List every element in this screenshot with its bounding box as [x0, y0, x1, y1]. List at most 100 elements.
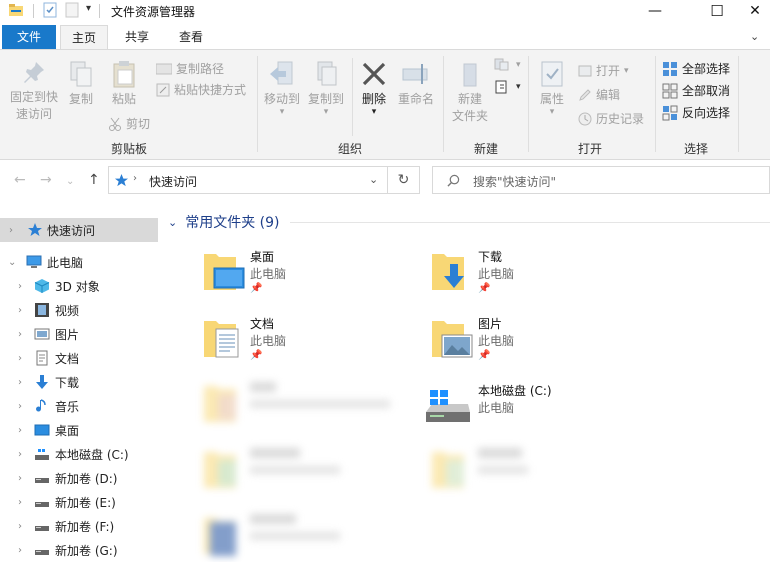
- expand-chevron-icon[interactable]: ›: [18, 281, 22, 292]
- invert-selection-button[interactable]: 反向选择: [662, 104, 730, 121]
- properties-quick-icon[interactable]: [42, 2, 58, 18]
- expand-chevron-icon[interactable]: ›: [18, 449, 22, 460]
- blurred-text: [250, 514, 296, 524]
- customize-quick-access-chevron-icon[interactable]: ▾: [86, 3, 91, 14]
- nav-item-local-disk-c[interactable]: › 本地磁盘 (C:): [0, 442, 158, 466]
- up-arrow-icon[interactable]: ↑: [88, 172, 100, 188]
- search-box[interactable]: 搜索"快速访问": [432, 166, 770, 194]
- address-path[interactable]: 快速访问: [149, 173, 197, 190]
- expand-chevron-icon[interactable]: ›: [18, 545, 22, 556]
- nav-item-documents[interactable]: › 文档: [0, 346, 158, 370]
- delete-x-icon: [362, 62, 386, 86]
- folder-tile-blurred[interactable]: [202, 380, 422, 440]
- rename-label: 重命名: [397, 92, 434, 106]
- paste-button[interactable]: 粘贴: [104, 60, 144, 108]
- history-button[interactable]: 历史记录: [578, 110, 644, 127]
- new-folder-quick-icon[interactable]: [64, 2, 80, 18]
- open-icon: [578, 65, 592, 76]
- section-divider: [290, 222, 770, 223]
- copy-to-icon: [317, 61, 337, 86]
- nav-label: 文档: [55, 351, 80, 366]
- select-none-icon: [662, 83, 678, 98]
- copy-path-button[interactable]: 复制路径: [156, 60, 224, 77]
- expand-chevron-icon[interactable]: ›: [18, 329, 22, 340]
- expand-chevron-icon[interactable]: ›: [18, 521, 22, 532]
- nav-item-volume-g[interactable]: › 新加卷 (G:): [0, 538, 158, 562]
- collapse-chevron-icon[interactable]: ⌄: [8, 257, 16, 268]
- copy-to-button[interactable]: 复制到 ▾: [304, 60, 348, 117]
- nav-label: 本地磁盘 (C:): [55, 447, 129, 462]
- easy-access-button[interactable]: ▾: [494, 80, 521, 94]
- recent-locations-chevron-icon[interactable]: ⌄: [66, 176, 74, 187]
- new-folder-icon: [463, 63, 477, 87]
- expand-chevron-icon[interactable]: ›: [18, 425, 22, 436]
- open-button[interactable]: 打开 ▾: [578, 62, 629, 79]
- windows-drive-icon: [426, 390, 470, 422]
- expand-chevron-icon[interactable]: ›: [18, 401, 22, 412]
- delete-button[interactable]: 删除 ▾: [356, 60, 392, 117]
- picture-icon: [34, 328, 50, 340]
- tab-view[interactable]: 查看: [166, 25, 216, 49]
- nav-item-desktop[interactable]: › 桌面: [0, 418, 158, 442]
- folder-tile-downloads[interactable]: 下载 此电脑 📌: [430, 248, 650, 308]
- nav-item-music[interactable]: › 音乐: [0, 394, 158, 418]
- maximize-button[interactable]: ☐: [694, 0, 740, 22]
- folder-tile-documents[interactable]: 文档 此电脑 📌: [202, 315, 422, 375]
- address-dropdown-chevron-icon[interactable]: ⌄: [369, 173, 378, 186]
- forward-arrow-icon[interactable]: →: [40, 172, 52, 188]
- folder-tile-desktop[interactable]: 桌面 此电脑 📌: [202, 248, 422, 308]
- nav-item-this-pc[interactable]: ⌄ 此电脑: [0, 250, 158, 274]
- expand-chevron-icon[interactable]: ›: [18, 305, 22, 316]
- group-separator: [443, 56, 444, 152]
- tab-home[interactable]: 主页: [60, 25, 108, 50]
- group-separator: [528, 56, 529, 152]
- expand-chevron-icon[interactable]: ›: [18, 473, 22, 484]
- nav-item-3d-objects[interactable]: › 3D 对象: [0, 274, 158, 298]
- folder-tile-blurred[interactable]: [202, 446, 422, 506]
- folder-tile-blurred[interactable]: [430, 446, 650, 506]
- history-icon: [578, 112, 592, 125]
- close-button[interactable]: ✕: [740, 0, 770, 22]
- pin-to-quick-access-button[interactable]: 固定到快 速访问: [6, 60, 62, 123]
- expand-ribbon-chevron-icon[interactable]: ⌄: [750, 30, 759, 43]
- edit-button[interactable]: 编辑: [578, 86, 620, 103]
- copy-icon: [70, 61, 92, 87]
- address-bar[interactable]: › 快速访问 ⌄: [108, 166, 388, 194]
- 3d-cube-icon: [34, 279, 50, 293]
- folder-tile-pictures[interactable]: 图片 此电脑 📌: [430, 315, 650, 375]
- nav-item-downloads[interactable]: › 下载: [0, 370, 158, 394]
- section-frequent-folders[interactable]: ⌄ 常用文件夹 (9): [168, 213, 280, 231]
- minimize-button[interactable]: —: [632, 0, 678, 22]
- move-to-icon: [270, 61, 293, 85]
- drive-tile-local-disk-c[interactable]: 本地磁盘 (C:) 此电脑: [424, 382, 644, 442]
- folder-tile-blurred[interactable]: [202, 512, 422, 562]
- collapse-chevron-icon[interactable]: ⌄: [168, 216, 177, 229]
- expand-chevron-icon[interactable]: ›: [9, 225, 13, 236]
- nav-item-volume-d[interactable]: › 新加卷 (D:): [0, 466, 158, 490]
- select-none-button[interactable]: 全部取消: [662, 82, 730, 99]
- refresh-button[interactable]: ↻: [388, 166, 420, 194]
- expand-chevron-icon[interactable]: ›: [18, 377, 22, 388]
- nav-item-volume-e[interactable]: › 新加卷 (E:): [0, 490, 158, 514]
- nav-item-quick-access[interactable]: › 快速访问: [0, 218, 158, 242]
- expand-chevron-icon[interactable]: ›: [18, 353, 22, 364]
- move-to-button[interactable]: 移动到 ▾: [262, 60, 302, 117]
- tab-share[interactable]: 共享: [112, 25, 162, 49]
- properties-button[interactable]: 属性 ▾: [532, 60, 572, 117]
- easy-access-dropdown-icon: ▾: [516, 82, 521, 92]
- nav-label: 新加卷 (E:): [55, 495, 116, 510]
- rename-button[interactable]: 重命名: [396, 60, 436, 108]
- cut-button[interactable]: 剪切: [108, 115, 150, 132]
- back-arrow-icon[interactable]: ←: [14, 172, 26, 188]
- select-all-button[interactable]: 全部选择: [662, 60, 730, 77]
- nav-item-volume-f[interactable]: › 新加卷 (F:): [0, 514, 158, 538]
- computer-icon: [26, 255, 42, 268]
- nav-item-pictures[interactable]: › 图片: [0, 322, 158, 346]
- new-folder-button[interactable]: 新建 文件夹: [448, 60, 492, 125]
- paste-shortcut-button[interactable]: 粘贴快捷方式: [156, 81, 246, 98]
- nav-item-videos[interactable]: › 视频: [0, 298, 158, 322]
- tab-file[interactable]: 文件: [2, 25, 56, 49]
- expand-chevron-icon[interactable]: ›: [18, 497, 22, 508]
- new-item-button[interactable]: ▾: [494, 58, 521, 72]
- copy-button[interactable]: 复制: [62, 60, 100, 108]
